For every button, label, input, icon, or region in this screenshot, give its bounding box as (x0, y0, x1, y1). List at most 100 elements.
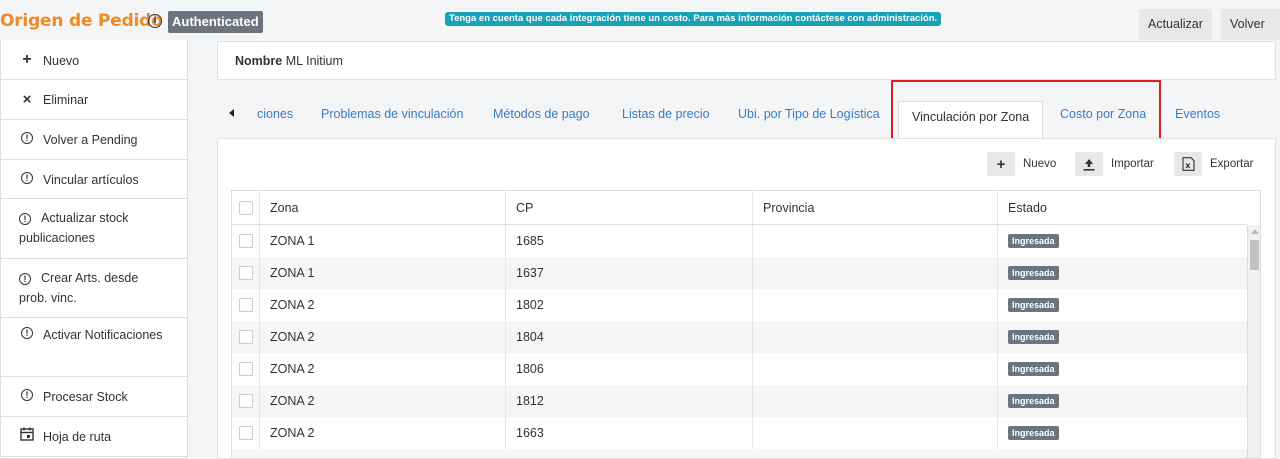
table-scrollbar[interactable] (1247, 225, 1260, 458)
row-checkbox[interactable] (239, 394, 253, 408)
cell-cp: 1663 (506, 417, 753, 449)
cell-provincia (753, 225, 998, 257)
tab-scroll-left-icon[interactable] (229, 109, 234, 117)
cell-cp: 1804 (506, 321, 753, 353)
table-row[interactable]: ZONA 2 1802 Ingresada (232, 289, 1247, 321)
status-badge: Ingresada (1008, 298, 1059, 312)
plus-icon: + (987, 152, 1015, 176)
sidebar-item-actualizar-stock[interactable]: ! Actualizar stock publicaciones (1, 199, 187, 259)
sidebar-item-eliminar[interactable]: × Eliminar (1, 80, 187, 120)
sidebar-item-activar-notificaciones[interactable]: ! Activar Notificaciones (1, 318, 187, 377)
excel-icon: x (1174, 152, 1202, 176)
scroll-thumb[interactable] (1250, 240, 1259, 270)
sidebar-item-volver-pending[interactable]: ! Volver a Pending (1, 120, 187, 160)
importar-button[interactable]: Importar (1075, 152, 1154, 176)
row-checkbox[interactable] (239, 234, 253, 248)
highlight-box (891, 80, 1161, 141)
exclamation-icon: ! (19, 387, 35, 401)
row-checkbox[interactable] (239, 362, 253, 376)
exportar-button[interactable]: x Exportar (1174, 152, 1253, 176)
sidebar-item-label: Actualizar stock publicaciones (19, 211, 129, 245)
actions-sidebar: + Nuevo × Eliminar ! Volver a Pending ! … (0, 40, 188, 459)
nuevo-button[interactable]: + Nuevo (987, 152, 1056, 176)
column-header-provincia[interactable]: Provincia (753, 191, 998, 224)
cell-cp: 1685 (506, 225, 753, 257)
plus-icon: + (22, 51, 32, 68)
sidebar-item-procesar-stock[interactable]: ! Procesar Stock (1, 377, 187, 417)
sidebar-item-hoja-de-ruta[interactable]: Hoja de ruta (1, 417, 187, 457)
scroll-up-icon[interactable] (1251, 229, 1259, 234)
auth-status-badge: Authenticated (168, 11, 263, 33)
table-row[interactable]: ZONA 1 1685 Ingresada (232, 225, 1247, 257)
select-all-checkbox[interactable] (239, 200, 253, 215)
sidebar-item-label: Vincular artículos (43, 173, 139, 187)
cell-zona: ZONA 1 (260, 257, 506, 289)
cell-provincia (753, 353, 998, 385)
sidebar-item-label: Nuevo (43, 54, 80, 68)
page-title: Origen de Pedido (0, 11, 163, 31)
tab-problemas-vinculacion[interactable]: Problemas de vinculación (321, 107, 463, 121)
exportar-label: Exportar (1210, 158, 1254, 170)
svg-text:x: x (1185, 161, 1191, 170)
table-row[interactable]: ZONA 1 1637 Ingresada (232, 257, 1247, 289)
status-badge: Ingresada (1008, 394, 1059, 408)
table-row[interactable]: ZONA 2 1806 Ingresada (232, 353, 1247, 385)
nuevo-label: Nuevo (1023, 158, 1057, 170)
sidebar-item-label: Activar Notificaciones (43, 328, 163, 342)
sidebar-item-label: Crear Arts. desde prob. vinc. (19, 271, 139, 305)
cell-provincia (753, 417, 998, 449)
calendar-icon (19, 427, 35, 444)
sidebar-item-crear-arts[interactable]: ! Crear Arts. desde prob. vinc. (1, 259, 187, 318)
row-checkbox[interactable] (239, 330, 253, 344)
table-header-row: Zona CP Provincia Estado (232, 191, 1247, 225)
header: Origen de Pedido i Authenticated Tenga e… (0, 0, 1280, 40)
cell-zona: ZONA 2 (260, 289, 506, 321)
tab-listas-precio[interactable]: Listas de precio (622, 107, 710, 121)
exclamation-icon: ! (19, 213, 31, 225)
row-checkbox[interactable] (239, 298, 253, 312)
tab-ubi-logistica[interactable]: Ubi. por Tipo de Logística (738, 107, 880, 121)
cell-provincia (753, 385, 998, 417)
tab-eventos[interactable]: Eventos (1175, 107, 1220, 121)
importar-label: Importar (1111, 158, 1154, 170)
sidebar-item-nuevo[interactable]: + Nuevo (1, 40, 187, 80)
status-badge: Ingresada (1008, 330, 1059, 344)
nombre-label: Nombre (235, 54, 283, 68)
cell-cp: 1806 (506, 353, 753, 385)
cell-zona: ZONA 1 (260, 225, 506, 257)
cell-zona: ZONA 2 (260, 417, 506, 449)
status-badge: Ingresada (1008, 234, 1059, 248)
exclamation-icon: ! (19, 130, 35, 144)
status-badge: Ingresada (1008, 362, 1059, 376)
sidebar-item-label: Procesar Stock (43, 390, 128, 404)
cell-zona: ZONA 2 (260, 353, 506, 385)
status-badge: Ingresada (1008, 426, 1059, 440)
cell-provincia (753, 257, 998, 289)
table-row[interactable]: ZONA 2 1663 Ingresada (232, 417, 1247, 449)
sidebar-item-label: Volver a Pending (43, 133, 138, 147)
info-icon[interactable]: i (148, 14, 162, 28)
cell-zona: ZONA 2 (260, 321, 506, 353)
column-header-zona[interactable]: Zona (260, 191, 506, 224)
cell-cp: 1802 (506, 289, 753, 321)
row-checkbox[interactable] (239, 266, 253, 280)
close-icon: × (22, 91, 32, 108)
actualizar-button[interactable]: Actualizar (1139, 9, 1212, 40)
volver-button[interactable]: Volver (1221, 9, 1280, 40)
cell-cp: 1637 (506, 257, 753, 289)
sidebar-item-label: Eliminar (43, 93, 89, 107)
tab-ciones[interactable]: ciones (257, 107, 293, 121)
cell-provincia (753, 289, 998, 321)
table-row (232, 449, 1247, 458)
exclamation-icon: ! (19, 170, 35, 184)
upload-icon (1075, 152, 1103, 176)
row-checkbox[interactable] (239, 426, 253, 440)
column-header-estado[interactable]: Estado (998, 191, 1247, 224)
tab-metodos-pago[interactable]: Métodos de pago (493, 107, 590, 121)
zones-table: Zona CP Provincia Estado ZONA 1 1685 Ing… (231, 190, 1261, 459)
sidebar-item-vincular-articulos[interactable]: ! Vincular artículos (1, 160, 187, 199)
table-row[interactable]: ZONA 2 1804 Ingresada (232, 321, 1247, 353)
column-header-cp[interactable]: CP (506, 191, 753, 224)
table-row[interactable]: ZONA 2 1812 Ingresada (232, 385, 1247, 417)
sidebar-item-label: Hoja de ruta (43, 430, 112, 444)
